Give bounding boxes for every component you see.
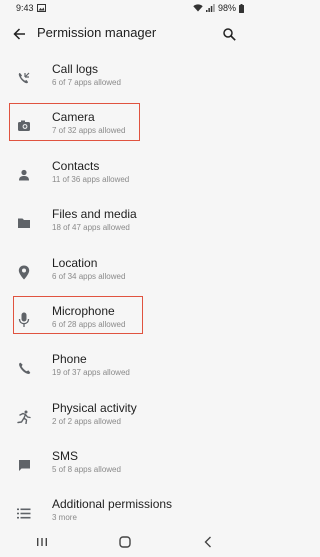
list-item-physical-activity[interactable]: Physical activity 2 of 2 apps allowed bbox=[0, 399, 250, 439]
folder-icon bbox=[16, 215, 32, 231]
item-label: Contacts bbox=[52, 159, 100, 173]
list-item-microphone[interactable]: Microphone 6 of 28 apps allowed bbox=[0, 302, 250, 342]
list-item-phone[interactable]: Phone 19 of 37 apps allowed bbox=[0, 350, 250, 390]
phone-icon bbox=[16, 360, 32, 376]
recent-apps-icon bbox=[36, 538, 47, 546]
call-log-icon bbox=[16, 70, 32, 86]
chevron-left-icon bbox=[204, 536, 212, 548]
item-subtext: 19 of 37 apps allowed bbox=[52, 368, 130, 377]
contacts-icon bbox=[16, 167, 32, 183]
list-item-sms[interactable]: SMS 5 of 8 apps allowed bbox=[0, 447, 250, 487]
search-button[interactable] bbox=[220, 25, 238, 43]
app-bar: Permission manager bbox=[0, 16, 250, 52]
item-subtext: 3 more bbox=[52, 513, 77, 522]
item-subtext: 5 of 8 apps allowed bbox=[52, 465, 121, 474]
microphone-icon bbox=[16, 312, 32, 328]
item-subtext: 2 of 2 apps allowed bbox=[52, 417, 121, 426]
item-subtext: 6 of 28 apps allowed bbox=[52, 320, 126, 329]
search-icon bbox=[222, 27, 236, 41]
navigation-bar bbox=[0, 527, 250, 557]
list-item-location[interactable]: Location 6 of 34 apps allowed bbox=[0, 254, 250, 294]
status-bar: 9:43 98% bbox=[0, 0, 250, 16]
item-subtext: 7 of 32 apps allowed bbox=[52, 126, 126, 135]
item-label: Microphone bbox=[52, 304, 115, 318]
item-label: Call logs bbox=[52, 62, 99, 76]
list-item-call-logs[interactable]: Call logs 6 of 7 apps allowed bbox=[0, 60, 250, 100]
list-icon bbox=[16, 505, 32, 521]
gallery-notification-icon bbox=[36, 4, 46, 12]
status-time: 9:43 bbox=[16, 3, 34, 13]
item-label: Phone bbox=[52, 352, 87, 366]
item-subtext: 18 of 47 apps allowed bbox=[52, 223, 130, 232]
page-title: Permission manager bbox=[37, 25, 157, 40]
item-label: Camera bbox=[52, 110, 95, 124]
item-subtext: 6 of 34 apps allowed bbox=[52, 272, 126, 281]
list-item-contacts[interactable]: Contacts 11 of 36 apps allowed bbox=[0, 157, 250, 197]
activity-icon bbox=[16, 409, 32, 425]
home-button[interactable] bbox=[115, 532, 135, 552]
signal-icon bbox=[205, 4, 215, 12]
item-label: Location bbox=[52, 256, 98, 270]
battery-icon bbox=[239, 3, 244, 13]
battery-percent: 98% bbox=[217, 3, 236, 13]
item-label: Physical activity bbox=[52, 401, 137, 415]
wifi-icon bbox=[193, 4, 203, 12]
item-subtext: 11 of 36 apps allowed bbox=[52, 175, 130, 184]
back-button[interactable] bbox=[10, 25, 28, 43]
arrow-back-icon bbox=[12, 28, 25, 40]
item-label: Files and media bbox=[52, 207, 137, 221]
location-icon bbox=[16, 264, 32, 280]
item-subtext: 6 of 7 apps allowed bbox=[52, 78, 121, 87]
list-item-files-and-media[interactable]: Files and media 18 of 47 apps allowed bbox=[0, 205, 250, 245]
sms-icon bbox=[16, 457, 32, 473]
home-icon bbox=[119, 536, 131, 548]
nav-back-button[interactable] bbox=[198, 532, 218, 552]
item-label: SMS bbox=[52, 449, 79, 463]
item-label: Additional permissions bbox=[52, 497, 173, 511]
recent-apps-button[interactable] bbox=[32, 532, 52, 552]
camera-icon bbox=[16, 118, 32, 134]
list-item-camera[interactable]: Camera 7 of 32 apps allowed bbox=[0, 108, 250, 148]
